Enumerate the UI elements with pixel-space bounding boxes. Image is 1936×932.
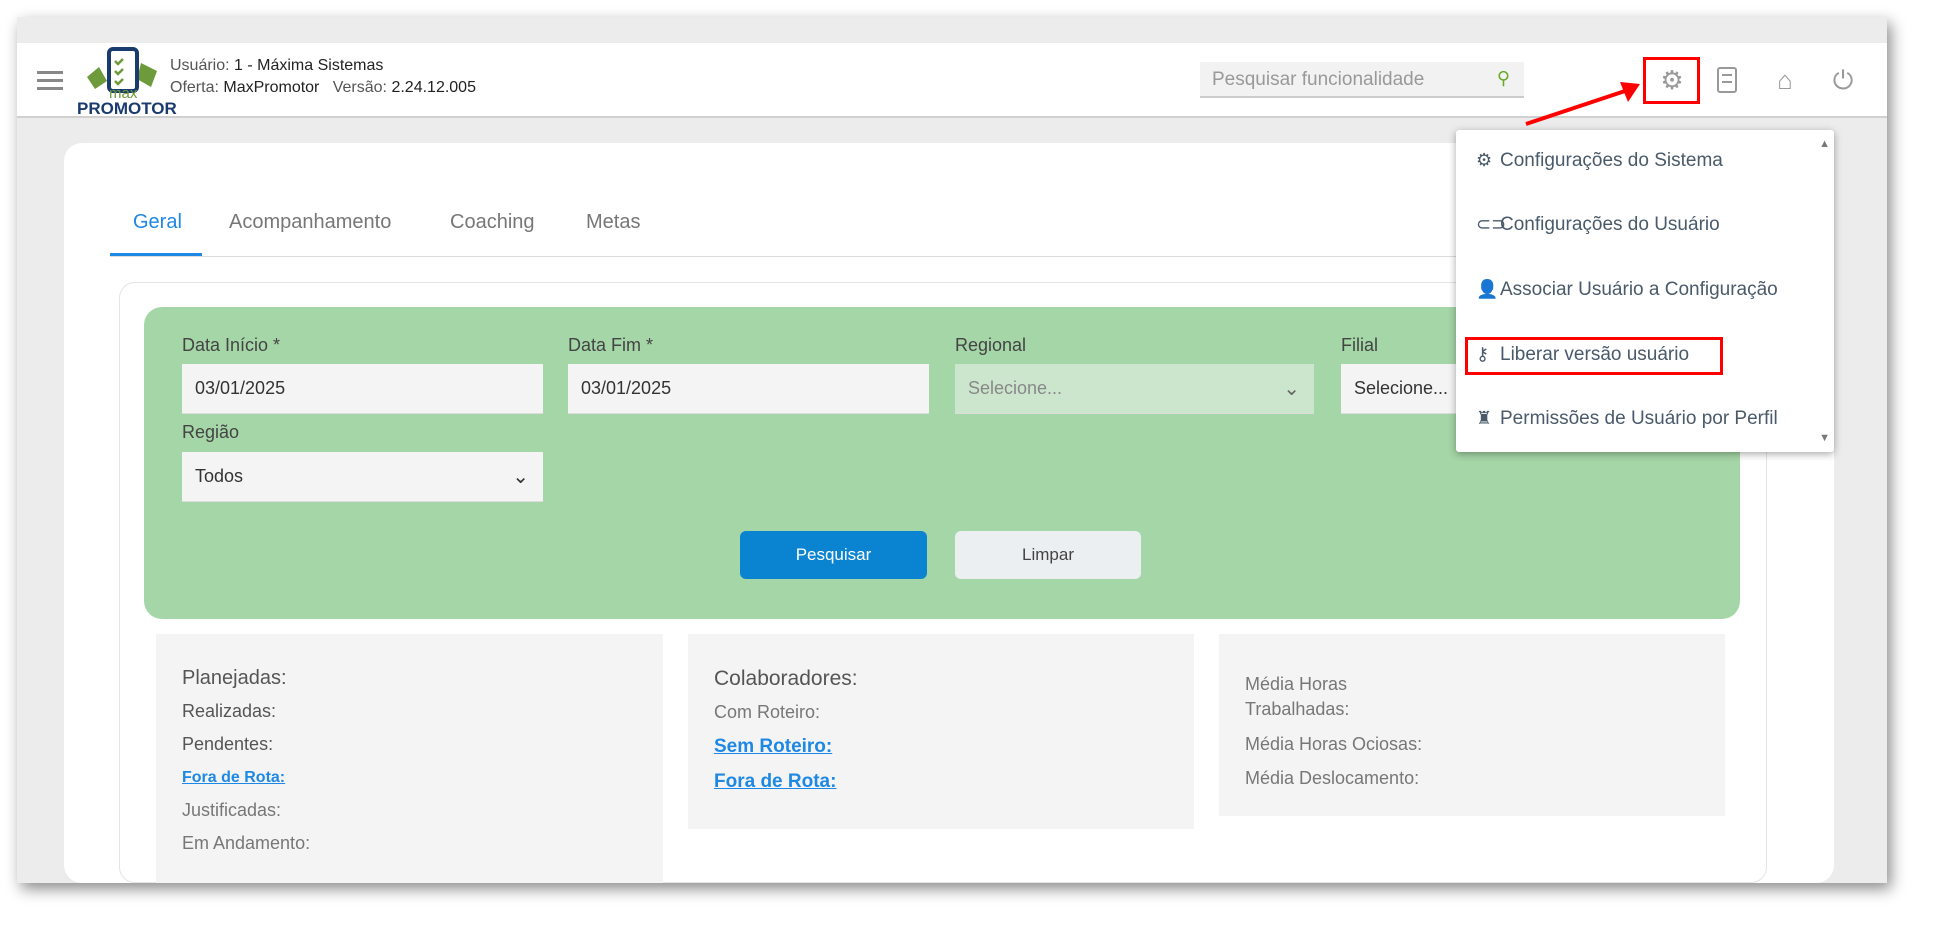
toggle-icon: ⊂⊃ xyxy=(1476,214,1507,234)
scroll-up-icon[interactable]: ▲ xyxy=(1819,138,1830,150)
search-placeholder: Pesquisar funcionalidade xyxy=(1212,69,1425,90)
regional-label: Regional xyxy=(955,335,1027,355)
version-value: 2.24.12.005 xyxy=(391,79,476,96)
menu-item-release-version[interactable]: ⚷ Liberar versão usuário xyxy=(1476,344,1689,366)
user-plus-icon: 👤 xyxy=(1476,279,1499,299)
without-route-link[interactable]: Sem Roteiro: xyxy=(714,736,832,758)
done-label: Realizadas: xyxy=(182,701,277,721)
idle-hours-label: Média Horas Ociosas: xyxy=(1245,734,1423,754)
offer-value: MaxPromotor xyxy=(223,79,320,96)
annotation-arrow xyxy=(1525,82,1640,126)
start-date-input[interactable]: 03/01/2025 xyxy=(182,364,543,414)
off-route-collab-link[interactable]: Fora de Rota: xyxy=(714,771,836,793)
justified-label: Justificadas: xyxy=(182,800,282,820)
hamburger-menu-icon[interactable] xyxy=(37,71,63,95)
regiao-label: Região xyxy=(182,422,240,442)
user-label: Usuário: xyxy=(170,57,230,74)
pending-label: Pendentes: xyxy=(182,734,274,754)
end-date-input[interactable]: 03/01/2025 xyxy=(568,364,929,414)
menu-item-label: Configurações do Sistema xyxy=(1500,150,1723,171)
travel-avg-label: Média Deslocamento: xyxy=(1245,768,1420,788)
chevron-down-icon: ⌄ xyxy=(1283,378,1300,400)
gear-icon[interactable]: ⚙ xyxy=(1655,63,1689,97)
menu-item-label: Configurações do Usuário xyxy=(1500,214,1720,235)
gears-icon: ⚙ xyxy=(1476,150,1493,170)
user-secret-icon: ♜ xyxy=(1476,408,1493,428)
user-value: 1 - Máxima Sistemas xyxy=(234,57,384,74)
hours-stats-card: Média Horas Trabalhadas: Média Horas Oci… xyxy=(1219,634,1725,816)
regiao-value: Todos xyxy=(195,466,244,486)
scroll-down-icon[interactable]: ▼ xyxy=(1819,432,1830,444)
offer-label: Oferta: xyxy=(170,79,219,96)
version-label: Versão: xyxy=(332,79,387,96)
tab-coaching[interactable]: Coaching xyxy=(450,211,535,234)
active-tab-indicator xyxy=(110,253,202,256)
chevron-down-icon: ⌄ xyxy=(512,466,529,488)
tab-geral[interactable]: Geral xyxy=(133,211,182,234)
search-icon[interactable]: ⚲ xyxy=(1497,68,1510,89)
clear-button[interactable]: Limpar xyxy=(955,531,1141,579)
power-icon[interactable]: ⏻ xyxy=(1826,63,1860,97)
filial-placeholder: Selecione... xyxy=(1354,378,1449,398)
tab-metas[interactable]: Metas xyxy=(586,211,640,234)
settings-dropdown-menu: ▲ ▼ ⚙ Configurações do Sistema ⊂⊃Configur… xyxy=(1456,130,1834,452)
home-icon[interactable]: ⌂ xyxy=(1768,63,1802,97)
feature-search-input[interactable]: Pesquisar funcionalidade ⚲ xyxy=(1200,62,1524,98)
collaborators-stats-card: Colaboradores: Com Roteiro: Sem Roteiro:… xyxy=(688,634,1194,829)
off-route-link[interactable]: Fora de Rota: xyxy=(182,769,285,787)
avg-hours-label: Média Horas xyxy=(1245,674,1348,694)
menu-item-label: Liberar versão usuário xyxy=(1500,344,1690,365)
menu-item-system-settings[interactable]: ⚙ Configurações do Sistema xyxy=(1476,150,1723,172)
planned-label: Planejadas: xyxy=(182,667,287,689)
regiao-select[interactable]: Todos ⌄ xyxy=(182,452,543,502)
regional-placeholder: Selecione... xyxy=(968,378,1063,398)
tab-acompanhamento[interactable]: Acompanhamento xyxy=(229,211,391,234)
logo-text-bottom: PROMOTOR xyxy=(77,99,177,118)
in-progress-label: Em Andamento: xyxy=(182,833,311,853)
menu-item-label: Associar Usuário a Configuração xyxy=(1500,279,1778,300)
menu-item-user-settings[interactable]: ⊂⊃Configurações do Usuário xyxy=(1476,214,1720,236)
menu-item-profile-permissions[interactable]: ♜ Permissões de Usuário por Perfil xyxy=(1476,408,1778,430)
worked-label: Trabalhadas: xyxy=(1245,699,1350,719)
menu-item-associate-user[interactable]: 👤Associar Usuário a Configuração xyxy=(1476,279,1778,301)
key-icon: ⚷ xyxy=(1476,344,1490,364)
regional-select[interactable]: Selecione... ⌄ xyxy=(955,364,1314,414)
document-icon[interactable] xyxy=(1710,63,1744,97)
end-date-label: Data Fim * xyxy=(568,335,654,355)
logo: max PROMOTOR xyxy=(77,45,177,118)
collaborators-label: Colaboradores: xyxy=(714,667,858,690)
visits-stats-card: Planejadas: Realizadas: Pendentes: Fora … xyxy=(156,634,663,883)
with-route-label: Com Roteiro: xyxy=(714,702,821,722)
filial-label: Filial xyxy=(1341,335,1379,355)
menu-item-label: Permissões de Usuário por Perfil xyxy=(1500,408,1778,429)
start-date-label: Data Início * xyxy=(182,335,281,355)
session-info: Usuário: 1 - Máxima Sistemas Oferta: Max… xyxy=(170,55,476,99)
search-button[interactable]: Pesquisar xyxy=(740,531,927,579)
